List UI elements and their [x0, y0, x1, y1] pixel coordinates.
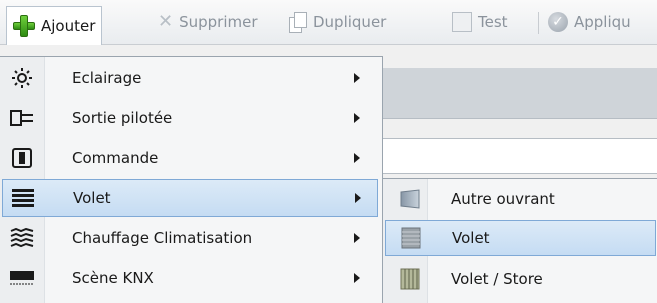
submenu-item-volet[interactable]: Volet — [385, 220, 656, 256]
heating-icon — [2, 228, 42, 248]
add-dropdown-menu: Eclairage Sortie pilotée Commande Volet … — [0, 56, 383, 303]
duplicate-icon — [289, 12, 307, 33]
menu-item-eclairage[interactable]: Eclairage — [2, 59, 378, 97]
menu-item-chauffage-climatisation[interactable]: Chauffage Climatisation — [2, 219, 378, 257]
submenu-item-label: Autre ouvrant — [451, 190, 555, 208]
menu-item-commande[interactable]: Commande — [2, 139, 378, 177]
add-button[interactable]: Ajouter — [6, 6, 103, 45]
delete-button-label: Supprimer — [179, 13, 258, 31]
submenu-item-autre-ouvrant[interactable]: Autre ouvrant — [385, 181, 656, 217]
submenu-arrow-icon — [354, 233, 360, 243]
duplicate-button-label: Dupliquer — [313, 13, 387, 31]
background-panel-header — [380, 68, 657, 118]
duplicate-button[interactable]: Dupliquer — [289, 6, 386, 38]
delete-button[interactable]: ✕ Supprimer — [158, 6, 258, 38]
add-button-label: Ajouter — [41, 17, 96, 35]
delete-icon: ✕ — [158, 11, 174, 32]
scene-icon — [2, 270, 42, 286]
menu-item-label: Scène KNX — [72, 269, 154, 287]
menu-item-label: Volet — [73, 189, 111, 207]
apply-button-label: Appliqu — [574, 13, 631, 31]
toolbar-separator — [538, 12, 539, 34]
submenu-arrow-icon — [354, 153, 360, 163]
background-input-field — [380, 138, 657, 174]
check-icon: ✓ — [548, 12, 568, 32]
test-icon — [452, 12, 472, 32]
blind-icon — [399, 268, 421, 290]
background-divider — [380, 118, 657, 119]
light-bulb-icon — [2, 67, 42, 89]
application-window: Ajouter ✕ Supprimer Dupliquer Test ✓ App… — [0, 0, 657, 303]
menu-item-sortie-pilotee[interactable]: Sortie pilotée — [2, 99, 378, 137]
menu-item-label: Sortie pilotée — [72, 109, 173, 127]
roller-shutter-icon — [400, 227, 422, 249]
plug-icon — [2, 109, 42, 127]
door-icon — [399, 188, 421, 210]
menu-item-label: Commande — [72, 149, 159, 167]
switch-icon — [2, 148, 42, 168]
menu-item-label: Chauffage Climatisation — [72, 229, 253, 247]
menu-item-label: Eclairage — [72, 69, 142, 87]
submenu-arrow-icon — [354, 73, 360, 83]
submenu-arrow-icon — [355, 193, 361, 203]
apply-button[interactable]: ✓ Appliqu — [548, 6, 631, 38]
menu-item-volet[interactable]: Volet — [2, 179, 378, 217]
shutter-icon — [3, 188, 43, 208]
menu-item-scene-knx[interactable]: Scène KNX — [2, 259, 378, 297]
plus-icon — [13, 15, 35, 37]
submenu-item-volet-store[interactable]: Volet / Store — [385, 261, 656, 297]
volet-submenu: Autre ouvrant Volet Volet / Store — [382, 178, 657, 303]
submenu-item-label: Volet — [452, 229, 490, 247]
submenu-item-label: Volet / Store — [451, 270, 543, 288]
toolbar: Ajouter ✕ Supprimer Dupliquer Test ✓ App… — [0, 0, 657, 45]
submenu-arrow-icon — [354, 113, 360, 123]
test-button-label: Test — [478, 13, 508, 31]
submenu-arrow-icon — [354, 273, 360, 283]
test-button[interactable]: Test — [452, 6, 508, 38]
